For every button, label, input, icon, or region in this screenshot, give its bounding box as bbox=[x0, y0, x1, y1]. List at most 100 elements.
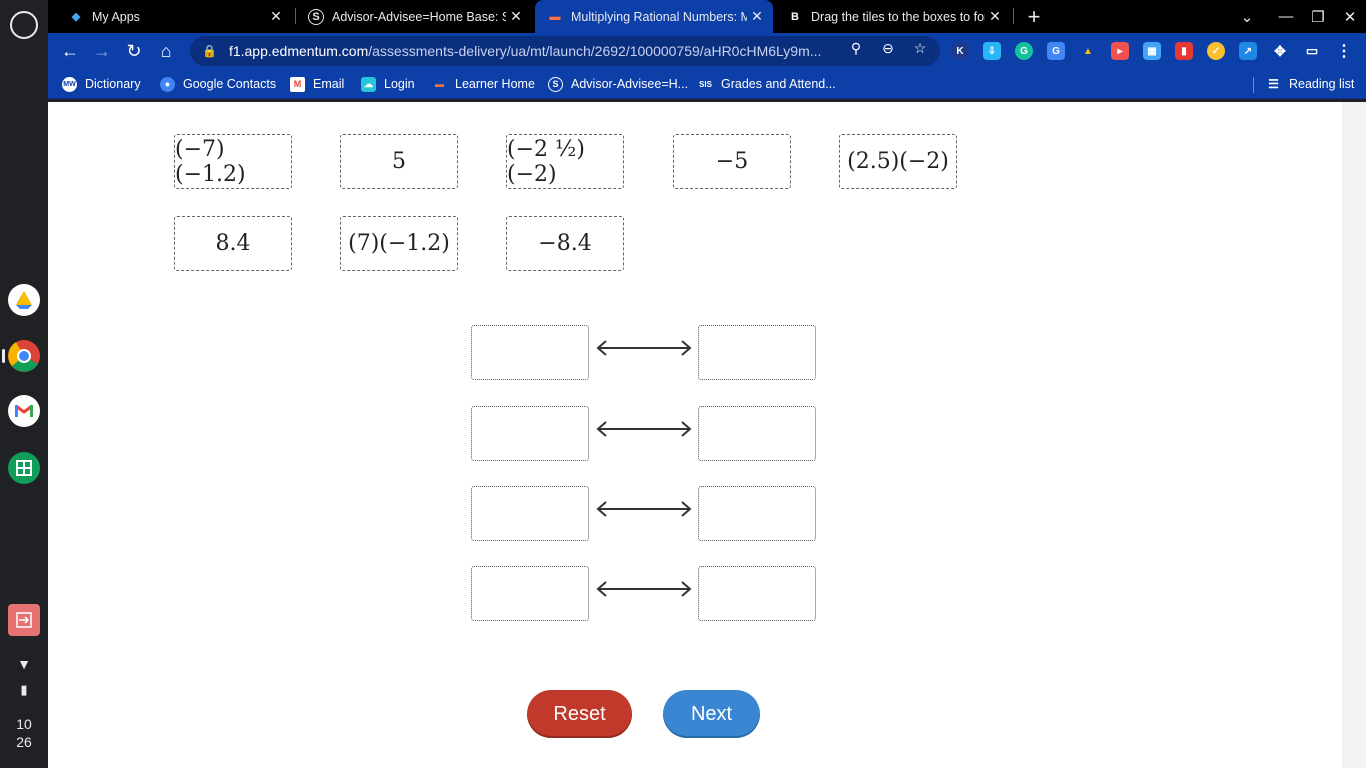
gmail-icon[interactable] bbox=[8, 395, 40, 427]
reload-icon[interactable]: ↻ bbox=[120, 37, 148, 65]
bookmark-label: Email bbox=[313, 77, 345, 91]
exit-app-icon[interactable] bbox=[8, 604, 40, 636]
bookmark-star-icon[interactable]: ☆ bbox=[908, 36, 932, 60]
reading-list-icon: ☰ bbox=[1268, 77, 1279, 91]
bookmark-label: Advisor-Advisee=H... bbox=[571, 77, 689, 91]
merriam-webster-icon: MW bbox=[62, 76, 77, 92]
tile-8point4[interactable]: 8.4 bbox=[174, 216, 292, 271]
tile-2point5-times-neg2[interactable]: (2.5)(−2) bbox=[839, 134, 957, 189]
minimize-icon[interactable]: — bbox=[1270, 0, 1302, 33]
double-arrow-icon bbox=[596, 581, 692, 597]
battery-icon[interactable]: ▮ bbox=[0, 682, 48, 698]
link-extension-icon[interactable]: ↗ bbox=[1239, 42, 1257, 60]
chrome-icon[interactable] bbox=[8, 340, 40, 372]
close-icon[interactable]: ✕ bbox=[506, 8, 526, 25]
tab-divider bbox=[1013, 8, 1014, 24]
bookmark-advisor-advisee[interactable]: S Advisor-Advisee=H... bbox=[548, 75, 688, 93]
drop-box-left-4[interactable] bbox=[471, 566, 589, 621]
extension-download-icon[interactable]: ⇩ bbox=[983, 42, 1001, 60]
drop-box-right-2[interactable] bbox=[698, 406, 816, 461]
forward-icon[interactable]: → bbox=[88, 37, 116, 65]
cloud-icon: ☁ bbox=[361, 76, 376, 92]
google-drive-icon[interactable] bbox=[8, 284, 40, 316]
drop-box-left-1[interactable] bbox=[471, 325, 589, 380]
close-icon[interactable]: ✕ bbox=[266, 8, 286, 25]
tab-multiplying-rational-numbers[interactable]: ▬ Multiplying Rational Numbers: M ✕ bbox=[535, 0, 773, 33]
tile-neg5[interactable]: −5 bbox=[673, 134, 791, 189]
tab-advisor-advisee[interactable]: S Advisor-Advisee=Home Base: Se ✕ bbox=[296, 0, 532, 33]
bookmark-label: Login bbox=[384, 77, 415, 91]
grammarly-icon[interactable]: G bbox=[1015, 42, 1033, 60]
tile-neg8point4[interactable]: −8.4 bbox=[506, 216, 624, 271]
checker-extension-icon[interactable]: ✓ bbox=[1207, 42, 1225, 60]
new-tab-icon[interactable]: + bbox=[1018, 0, 1050, 33]
back-icon[interactable]: ← bbox=[56, 37, 84, 65]
browser-toolbar: ← → ↻ ⌂ 🔒 f1.app.edmentum.com/assessment… bbox=[48, 33, 1366, 69]
tile-neg7-times-neg1point2[interactable]: (−7)(−1.2) bbox=[174, 134, 292, 189]
url-host: f1.app.edmentum.com bbox=[228, 43, 369, 59]
cast-icon[interactable]: ▭ bbox=[1303, 42, 1321, 60]
tile-neg2half-times-neg2[interactable]: (−2 ½)(−2) bbox=[506, 134, 624, 189]
chromeos-shelf: ▼ ▮ 10 26 bbox=[0, 0, 48, 768]
tab-title: Drag the tiles to the boxes to for bbox=[811, 9, 985, 24]
drop-box-left-2[interactable] bbox=[471, 406, 589, 461]
bookmark-label: Dictionary bbox=[85, 77, 141, 91]
schoology-icon: S bbox=[548, 76, 563, 92]
zoom-icon[interactable]: ⊖ bbox=[876, 36, 900, 60]
brainly-icon: B bbox=[791, 10, 799, 23]
active-app-indicator bbox=[2, 349, 5, 363]
reading-list-label: Reading list bbox=[1289, 77, 1355, 91]
bookmarks-bar: MW Dictionary ● Google Contacts M Email … bbox=[48, 69, 1366, 99]
tab-search-icon[interactable]: ⌄ bbox=[1231, 0, 1263, 33]
close-icon[interactable]: ✕ bbox=[747, 8, 767, 25]
bookmark-learner-home[interactable]: ▬ Learner Home bbox=[432, 75, 535, 93]
double-arrow-icon bbox=[596, 340, 692, 356]
clock-hour[interactable]: 10 bbox=[0, 716, 48, 732]
drop-box-right-1[interactable] bbox=[698, 325, 816, 380]
tab-title: Advisor-Advisee=Home Base: Se bbox=[332, 9, 506, 24]
next-button[interactable]: Next bbox=[663, 690, 760, 738]
edmentum-icon: ▬ bbox=[435, 79, 444, 89]
schoology-icon: S bbox=[308, 8, 324, 25]
google-sheets-icon[interactable] bbox=[8, 452, 40, 484]
tab-strip: ◆ My Apps ✕ S Advisor-Advisee=Home Base:… bbox=[48, 0, 1366, 33]
extensions-puzzle-icon[interactable]: ✥ bbox=[1271, 42, 1289, 60]
bookmark-google-contacts[interactable]: ● Google Contacts bbox=[160, 75, 276, 93]
bookmark-dictionary[interactable]: MW Dictionary bbox=[62, 75, 141, 93]
maximize-icon[interactable]: ❐ bbox=[1302, 0, 1334, 33]
bookmark-email[interactable]: M Email bbox=[290, 75, 344, 93]
translate-extension-icon[interactable]: G bbox=[1047, 42, 1065, 60]
bookmark-label: Google Contacts bbox=[183, 77, 277, 91]
classroom-extension-icon[interactable]: ▦ bbox=[1143, 42, 1161, 60]
close-window-icon[interactable]: ✕ bbox=[1334, 0, 1366, 33]
bookmark-label: Learner Home bbox=[455, 77, 535, 91]
reset-button[interactable]: Reset bbox=[527, 690, 632, 738]
drop-box-right-3[interactable] bbox=[698, 486, 816, 541]
tab-my-apps[interactable]: ◆ My Apps ✕ bbox=[56, 0, 292, 33]
book-extension-icon[interactable]: ▮ bbox=[1175, 42, 1193, 60]
reading-list-button[interactable]: ☰ Reading list bbox=[1266, 75, 1354, 93]
drop-box-left-3[interactable] bbox=[471, 486, 589, 541]
tile-7-times-neg1point2[interactable]: (7)(−1.2) bbox=[340, 216, 458, 271]
page-scrollbar[interactable] bbox=[1342, 102, 1366, 768]
drive-extension-icon[interactable]: ▲ bbox=[1079, 42, 1097, 60]
kami-extension-icon[interactable]: K bbox=[951, 42, 969, 60]
screencastify-icon[interactable]: ▸ bbox=[1111, 42, 1129, 60]
double-arrow-icon bbox=[596, 501, 692, 517]
home-icon[interactable]: ⌂ bbox=[152, 37, 180, 65]
bookmark-label: Grades and Attend... bbox=[721, 77, 836, 91]
edmentum-icon: ◆ bbox=[71, 11, 81, 23]
lock-icon[interactable]: 🔒 bbox=[202, 44, 217, 58]
launcher-icon[interactable] bbox=[10, 11, 38, 39]
tile-5[interactable]: 5 bbox=[340, 134, 458, 189]
clock-minute[interactable]: 26 bbox=[0, 734, 48, 750]
tab-drag-the-tiles[interactable]: B Drag the tiles to the boxes to for ✕ bbox=[775, 0, 1011, 33]
address-bar[interactable]: 🔒 f1.app.edmentum.com/assessments-delive… bbox=[190, 36, 940, 66]
bookmark-login[interactable]: ☁ Login bbox=[361, 75, 415, 93]
close-icon[interactable]: ✕ bbox=[985, 8, 1005, 25]
wifi-icon[interactable]: ▼ bbox=[0, 656, 48, 672]
location-icon[interactable]: ⚲ bbox=[844, 36, 868, 60]
drop-box-right-4[interactable] bbox=[698, 566, 816, 621]
more-menu-icon[interactable]: ⋮ bbox=[1335, 42, 1353, 60]
bookmark-grades-and-attendance[interactable]: SIS Grades and Attend... bbox=[698, 75, 836, 93]
